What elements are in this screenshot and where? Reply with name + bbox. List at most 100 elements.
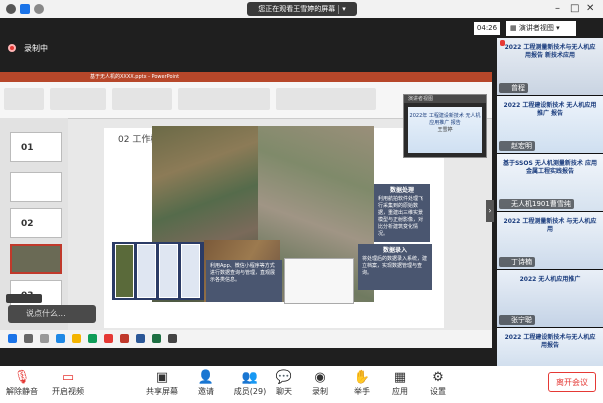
phone-screenshot	[115, 244, 134, 298]
share-screen-button[interactable]: ▣ 共享屏幕	[140, 370, 184, 397]
camera-off-icon: ▭	[61, 370, 75, 385]
close-icon[interactable]: ✕	[586, 3, 594, 14]
ribbon-group[interactable]	[50, 88, 106, 110]
phone-screens	[112, 242, 204, 300]
panel-title: 数据处理	[389, 187, 414, 194]
windows-taskbar	[0, 330, 492, 348]
video-button[interactable]: ▭ 开启视频	[46, 370, 90, 397]
participant-tile[interactable]: 2022 工程建设新技术 无人机应用推广 报告 赵宏明	[497, 96, 603, 153]
info-icon[interactable]	[6, 4, 16, 14]
phone-screenshot	[181, 244, 200, 298]
participant-tile[interactable]: 2022 工程测量新技术 与无人机应用 丁诗楠	[497, 212, 603, 269]
grid-icon: ▦	[510, 24, 519, 32]
recording-bar: 录制中	[0, 38, 497, 58]
muted-mic-icon	[500, 40, 505, 46]
video-label: 开启视频	[52, 387, 84, 396]
tile-caption: 基于SSOS 无人机测量新技术 应用 金属工程实践报告	[503, 160, 597, 175]
slide-thumb-selected[interactable]	[10, 244, 62, 274]
windows-start-icon[interactable]	[8, 334, 17, 343]
meeting-timer: 04:26	[474, 22, 500, 35]
edge-icon[interactable]	[56, 334, 65, 343]
top-bar: 您正在观看王雪婷的屏幕 ▾ – □ ✕	[0, 0, 603, 18]
folder-icon[interactable]	[72, 334, 81, 343]
share-screen-icon: ▣	[155, 370, 169, 385]
ribbon-group[interactable]	[4, 88, 44, 110]
ribbon-group[interactable]	[178, 88, 270, 110]
excel-icon[interactable]	[152, 334, 161, 343]
powerpoint-icon[interactable]	[120, 334, 129, 343]
camera-title: 演讲者视图	[404, 95, 486, 103]
panel-body: 利用航拍软件处理飞行采集到的原始数据，重建出三维实景模型与正射影像，对比分析建筑…	[378, 196, 424, 237]
slide-thumb[interactable]	[10, 172, 62, 202]
apps-label: 应用	[392, 387, 408, 396]
participant-column: 2022 工程测量新技术与无人机应用报告 新技术应用 曾程 2022 工程建设新…	[497, 38, 603, 366]
shield-icon[interactable]	[20, 4, 30, 14]
invite-label: 邀请	[198, 387, 214, 396]
phone-screenshot	[137, 244, 156, 298]
collapse-handle-icon[interactable]: ›	[486, 200, 494, 222]
info-panel-entry: 数据录入 将处理后的数据录入系统，建立档案，实现数据管理与查询。	[358, 244, 432, 290]
chat-label: 聊天	[276, 387, 292, 396]
participant-name: 丁诗楠	[499, 257, 535, 267]
share-label: 共享屏幕	[146, 387, 178, 396]
web-screenshot	[284, 258, 354, 304]
share-status-text: 您正在观看王雪婷的屏幕	[258, 5, 336, 13]
record-icon: ◉	[314, 370, 326, 385]
signal-icon[interactable]	[34, 4, 44, 14]
ribbon-group[interactable]	[112, 88, 172, 110]
tile-caption: 2022 工程建设新技术与无人机应用报告	[504, 334, 596, 349]
speaker-view-label: 演讲者视图	[518, 24, 554, 32]
chevron-down-icon[interactable]: ▾	[342, 5, 346, 13]
tile-caption: 2022 无人机应用推广	[519, 276, 581, 283]
comment-input[interactable]: 说点什么...	[8, 305, 96, 323]
app-icon[interactable]	[88, 334, 97, 343]
mute-button[interactable]: 🎙 解除静音	[0, 370, 44, 397]
record-button[interactable]: ◉ 录制	[298, 370, 342, 397]
record-label: 录制	[312, 387, 328, 396]
phone-screenshot	[159, 244, 178, 298]
info-panel-app: 利用App、微信小程序等方式进行数据查询与管理，直观展示各类信息。	[206, 260, 282, 302]
leave-meeting-button[interactable]: 离开会议	[548, 372, 596, 392]
share-status-pill[interactable]: 您正在观看王雪婷的屏幕 ▾	[247, 2, 357, 16]
settings-button[interactable]: ⚙ 设置	[416, 370, 460, 397]
meeting-controls: 🎙 解除静音 ▭ 开启视频 ▣ 共享屏幕 👤 邀请 👥 成员(29) 💬 聊天 ◉ 录制 ✋ 举…	[0, 366, 603, 403]
invite-icon: 👤	[197, 370, 215, 385]
invite-button[interactable]: 👤 邀请	[184, 370, 228, 397]
divider	[338, 4, 340, 14]
participant-name: 无人机1901曹雪纯	[499, 199, 574, 209]
participant-name: 张宁聪	[499, 315, 535, 325]
speaker-view-button[interactable]: ▦ 演讲者视图 ▾	[506, 21, 576, 36]
settings-label: 设置	[430, 387, 446, 396]
tile-caption: 2022 工程建设新技术 无人机应用推广 报告	[503, 102, 597, 117]
participant-tile[interactable]: 2022 工程测量新技术与无人机应用报告 新技术应用 曾程	[497, 38, 603, 95]
tile-caption: 2022 工程测量新技术 与无人机应用	[503, 218, 597, 233]
gear-icon: ⚙	[432, 370, 444, 385]
participant-tile[interactable]: 2022 无人机应用推广 张宁聪	[497, 270, 603, 327]
panel-body: 将处理后的数据录入系统，建立档案，实现数据管理与查询。	[362, 256, 428, 276]
taskview-icon[interactable]	[40, 334, 49, 343]
participant-tile[interactable]: 2022 工程建设新技术与无人机应用报告	[497, 328, 603, 366]
participant-tile[interactable]: 基于SSOS 无人机测量新技术 应用 金属工程实践报告 无人机1901曹雪纯	[497, 154, 603, 211]
minimize-icon[interactable]: –	[555, 3, 560, 14]
slide-thumb[interactable]: 02	[10, 208, 62, 238]
comment-placeholder: 说点什么...	[26, 309, 66, 318]
maximize-icon[interactable]: □	[570, 3, 579, 14]
recording-label: 录制中	[24, 44, 48, 53]
camera-slide-text: 2022年 工程建设新技术 无人机应用推广 报告	[409, 113, 481, 126]
slide-thumb[interactable]: 01	[10, 132, 62, 162]
presenter-camera[interactable]: 演讲者视图 2022年 工程建设新技术 无人机应用推广 报告 王雪婷	[403, 94, 487, 158]
mute-label: 解除静音	[6, 387, 38, 396]
reaction-chip[interactable]	[6, 294, 42, 303]
camera-name: 王雪婷	[437, 127, 453, 133]
app-icon[interactable]	[168, 334, 177, 343]
panel-title: 数据录入	[382, 247, 407, 254]
word-icon[interactable]	[136, 334, 145, 343]
record-dot-icon	[8, 44, 16, 52]
app-icon[interactable]	[104, 334, 113, 343]
participant-name: 曾程	[499, 83, 528, 93]
participant-name: 赵宏明	[499, 141, 535, 151]
ribbon-group[interactable]	[276, 88, 376, 110]
tile-caption: 2022 工程测量新技术与无人机应用报告 新技术应用	[504, 44, 596, 59]
ppt-title-bar: 基于无人机的XXXX.pptx - PowerPoint	[0, 72, 492, 82]
search-icon[interactable]	[24, 334, 33, 343]
